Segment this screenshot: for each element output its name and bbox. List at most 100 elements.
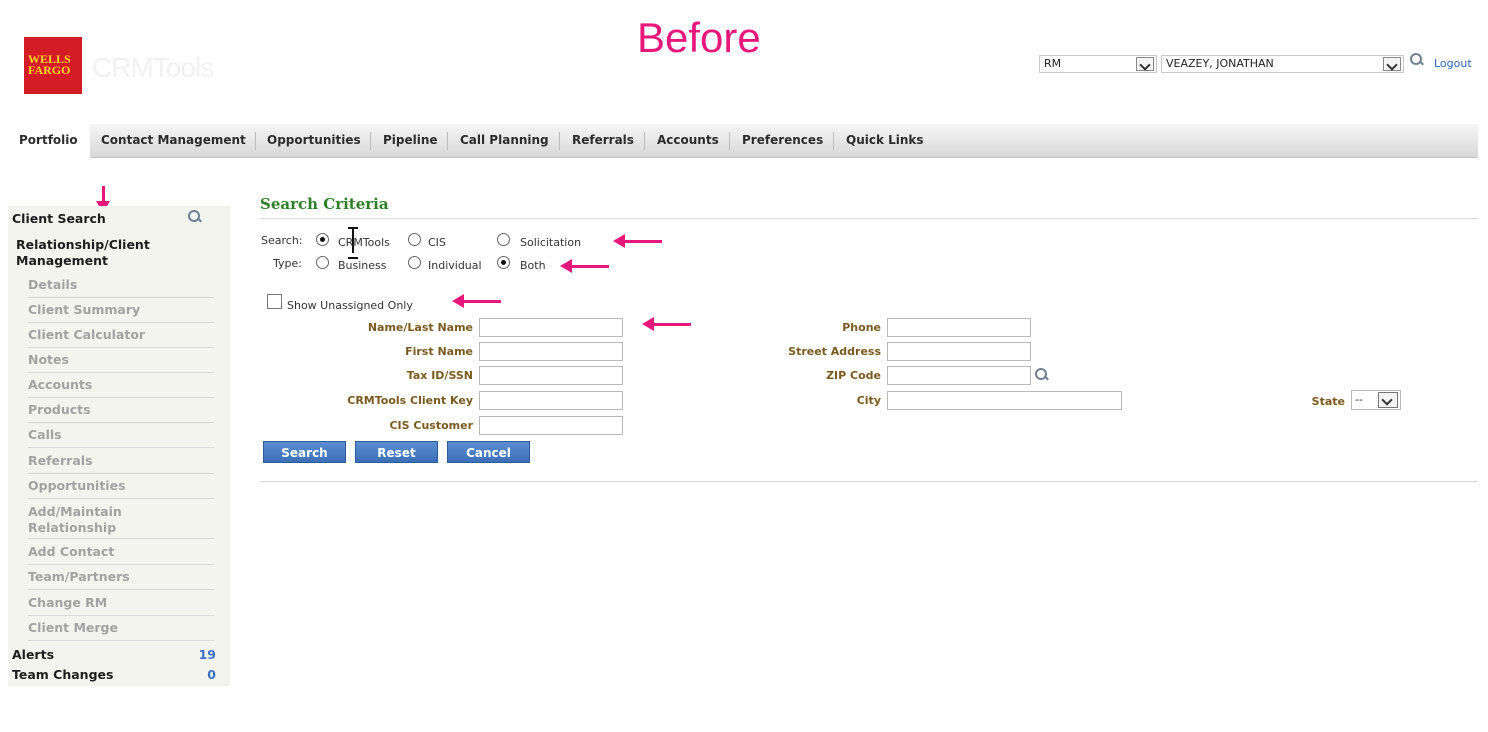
tab-referrals[interactable]: Referrals bbox=[572, 124, 634, 158]
client-key-input[interactable] bbox=[479, 391, 623, 410]
nav-divider bbox=[447, 132, 448, 150]
user-select[interactable]: VEAZEY, JONATHAN bbox=[1161, 55, 1404, 73]
search-radio-cis[interactable] bbox=[408, 233, 421, 246]
tax-id-input[interactable] bbox=[479, 366, 623, 385]
annotation-arrow-show-unassigned bbox=[452, 294, 501, 308]
search-radio-crmtools[interactable] bbox=[316, 233, 329, 246]
role-select-value: RM bbox=[1044, 57, 1062, 70]
sidebar-item-team-partners[interactable]: Team/Partners bbox=[28, 565, 214, 590]
sidebar-client-search[interactable]: Client Search bbox=[12, 211, 106, 226]
sidebar-item-change-rm[interactable]: Change RM bbox=[28, 591, 214, 616]
name-last-input[interactable] bbox=[479, 318, 623, 337]
nav-divider bbox=[370, 132, 371, 150]
city-input[interactable] bbox=[887, 391, 1122, 410]
tab-call-planning[interactable]: Call Planning bbox=[460, 124, 549, 158]
search-icon[interactable] bbox=[188, 210, 202, 224]
city-label: City bbox=[856, 394, 881, 407]
street-address-label: Street Address bbox=[788, 345, 881, 358]
show-unassigned-label: Show Unassigned Only bbox=[287, 299, 413, 312]
type-label: Type: bbox=[273, 257, 302, 270]
type-radio-both[interactable] bbox=[497, 256, 510, 269]
type-radio-individual[interactable] bbox=[408, 256, 421, 269]
cis-customer-input[interactable] bbox=[479, 416, 623, 435]
search-option-solicitation: Solicitation bbox=[520, 236, 582, 249]
search-icon[interactable] bbox=[1035, 368, 1049, 382]
annotation-arrow-name-field bbox=[642, 317, 691, 331]
user-select-value: VEAZEY, JONATHAN bbox=[1166, 57, 1274, 70]
zip-code-input[interactable] bbox=[887, 366, 1031, 385]
logo-line2: FARGO bbox=[28, 63, 71, 77]
phone-label: Phone bbox=[842, 321, 881, 334]
zip-code-label: ZIP Code bbox=[826, 369, 881, 382]
type-radio-business[interactable] bbox=[316, 256, 329, 269]
tab-opportunities[interactable]: Opportunities bbox=[267, 124, 361, 158]
nav-divider bbox=[559, 132, 560, 150]
phone-input[interactable] bbox=[887, 318, 1031, 337]
main-nav: Portfolio Contact Management Opportuniti… bbox=[8, 124, 1478, 158]
sidebar-item-client-calculator[interactable]: Client Calculator bbox=[28, 323, 214, 348]
search-radio-solicitation[interactable] bbox=[497, 233, 510, 246]
show-unassigned-checkbox[interactable] bbox=[267, 294, 282, 309]
alerts-count-badge: 19 bbox=[198, 647, 216, 662]
state-label: State bbox=[1311, 395, 1345, 408]
tab-quick-links[interactable]: Quick Links bbox=[846, 124, 924, 158]
annotation-arrow-client-search bbox=[96, 186, 110, 213]
sidebar: Client Search Relationship/Client Manage… bbox=[8, 206, 230, 686]
sidebar-item-calls[interactable]: Calls bbox=[28, 423, 214, 448]
search-button[interactable]: Search bbox=[263, 441, 346, 463]
sidebar-item-details[interactable]: Details bbox=[28, 273, 214, 298]
search-icon[interactable] bbox=[1410, 53, 1424, 67]
brand-name: CRMTools bbox=[92, 52, 214, 83]
sidebar-item-client-summary[interactable]: Client Summary bbox=[28, 298, 214, 323]
wells-fargo-logo: WELLS FARGO bbox=[24, 37, 82, 94]
client-key-label: CRMTools Client Key bbox=[347, 394, 473, 407]
street-address-input[interactable] bbox=[887, 342, 1031, 361]
first-name-label: First Name bbox=[405, 345, 473, 358]
form-bottom-divider bbox=[260, 481, 1478, 482]
sidebar-item-products[interactable]: Products bbox=[28, 398, 214, 423]
sidebar-item-add-contact[interactable]: Add Contact bbox=[28, 540, 214, 565]
nav-divider bbox=[644, 132, 645, 150]
page-title: Search Criteria bbox=[260, 195, 389, 213]
tax-id-label: Tax ID/SSN bbox=[406, 369, 473, 382]
tab-preferences[interactable]: Preferences bbox=[742, 124, 823, 158]
sidebar-item-client-merge[interactable]: Client Merge bbox=[28, 616, 214, 641]
tab-pipeline[interactable]: Pipeline bbox=[383, 124, 438, 158]
cis-customer-label: CIS Customer bbox=[389, 419, 473, 432]
search-label: Search: bbox=[261, 234, 303, 247]
annotation-arrow-search-options bbox=[613, 234, 662, 248]
search-option-crmtools: CRMTools bbox=[338, 236, 390, 249]
sidebar-relationship-management[interactable]: Relationship/Client Management bbox=[16, 237, 186, 269]
tab-portfolio[interactable]: Portfolio bbox=[8, 124, 90, 158]
name-last-label: Name/Last Name bbox=[367, 321, 473, 334]
reset-button[interactable]: Reset bbox=[355, 441, 438, 463]
state-select[interactable]: -- bbox=[1351, 390, 1401, 410]
chevron-down-icon[interactable] bbox=[1136, 57, 1154, 71]
type-option-individual: Individual bbox=[428, 259, 482, 272]
type-option-both: Both bbox=[520, 259, 546, 272]
first-name-input[interactable] bbox=[479, 342, 623, 361]
sidebar-item-referrals[interactable]: Referrals bbox=[28, 449, 214, 474]
sidebar-team-changes[interactable]: Team Changes bbox=[12, 667, 113, 682]
logout-link[interactable]: Logout bbox=[1434, 57, 1472, 70]
sidebar-item-opportunities[interactable]: Opportunities bbox=[28, 474, 214, 499]
title-divider bbox=[260, 218, 1478, 219]
type-option-business: Business bbox=[338, 259, 387, 272]
role-select[interactable]: RM bbox=[1039, 55, 1157, 73]
tab-contact-management[interactable]: Contact Management bbox=[101, 124, 246, 158]
state-select-value: -- bbox=[1355, 393, 1363, 406]
sidebar-item-add-maintain-relationship[interactable]: Add/Maintain Relationship bbox=[28, 501, 214, 539]
search-option-cis: CIS bbox=[428, 236, 446, 249]
sidebar-item-notes[interactable]: Notes bbox=[28, 348, 214, 373]
team-changes-count-badge: 0 bbox=[207, 667, 216, 682]
sidebar-alerts[interactable]: Alerts bbox=[12, 647, 54, 662]
nav-divider bbox=[255, 132, 256, 150]
sidebar-item-accounts[interactable]: Accounts bbox=[28, 373, 214, 398]
tab-accounts[interactable]: Accounts bbox=[657, 124, 719, 158]
cancel-button[interactable]: Cancel bbox=[447, 441, 530, 463]
chevron-down-icon[interactable] bbox=[1383, 57, 1401, 71]
annotation-arrow-type-options bbox=[560, 259, 609, 273]
chevron-down-icon[interactable] bbox=[1378, 392, 1398, 408]
nav-divider bbox=[729, 132, 730, 150]
nav-divider bbox=[833, 132, 834, 150]
